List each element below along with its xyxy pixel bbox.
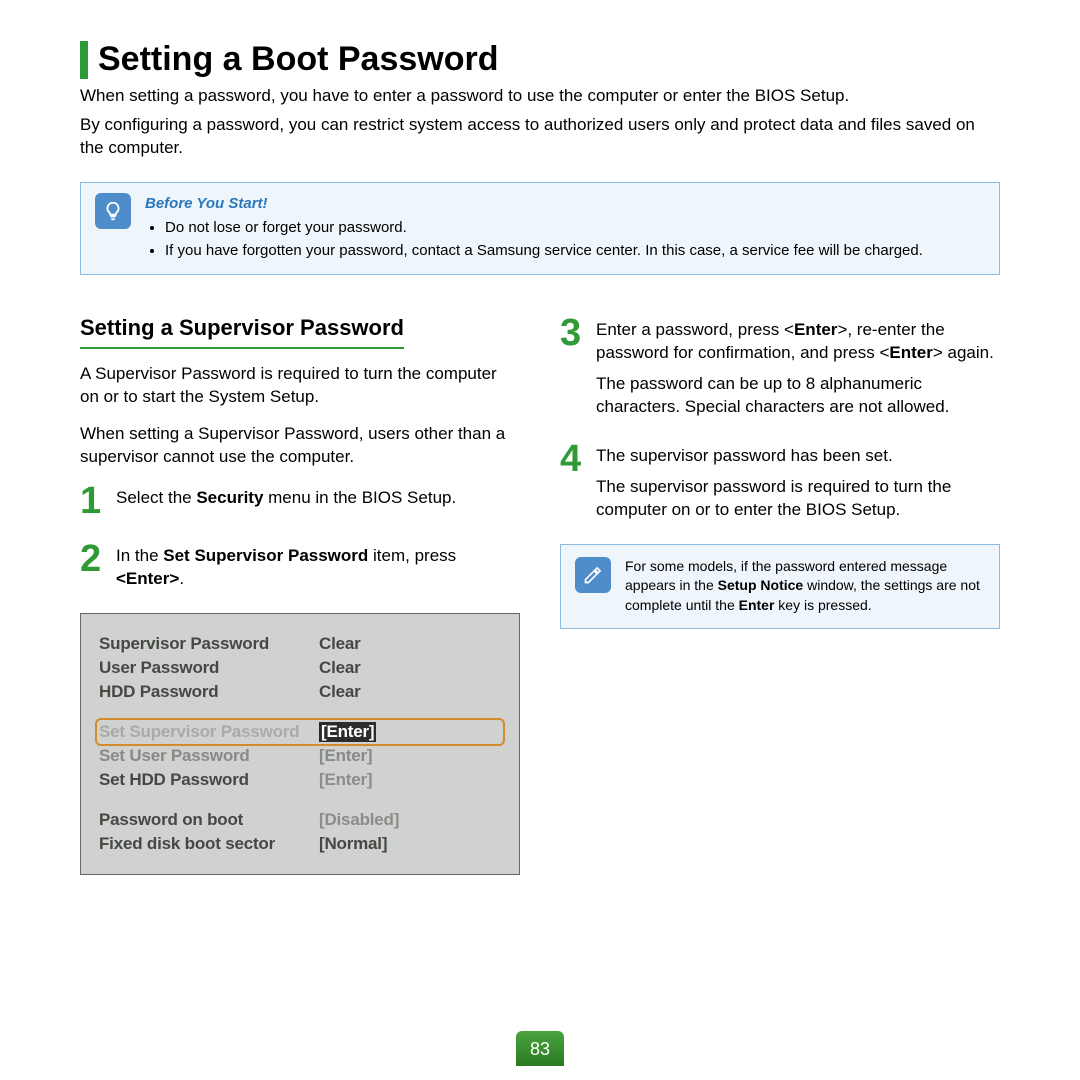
step-number: 2 <box>80 541 106 591</box>
lightbulb-icon <box>95 193 131 229</box>
step-body: In the Set Supervisor Password item, pre… <box>116 541 520 591</box>
bios-security-panel: Supervisor PasswordClear User PasswordCl… <box>80 613 520 875</box>
pencil-icon <box>575 557 611 593</box>
step-body: The supervisor password has been set. Th… <box>596 441 1000 522</box>
bios-row-supervisor: Supervisor PasswordClear <box>97 632 503 656</box>
note-body: For some models, if the password entered… <box>625 557 985 616</box>
bios-row-pwd-on-boot: Password on boot[Disabled] <box>97 808 503 832</box>
callout-title: Before You Start! <box>145 193 923 216</box>
step-4: 4 The supervisor password has been set. … <box>560 441 1000 522</box>
section-heading: Setting a Supervisor Password <box>80 315 404 349</box>
bios-row-set-hdd: Set HDD Password[Enter] <box>97 768 503 792</box>
page-title: Setting a Boot Password <box>98 40 499 79</box>
supervisor-desc-2: When setting a Supervisor Password, user… <box>80 423 520 469</box>
bios-row-hdd: HDD PasswordClear <box>97 680 503 704</box>
page-number: 83 <box>516 1031 564 1066</box>
title-accent-bar <box>80 41 88 79</box>
before-you-start-callout: Before You Start! Do not lose or forget … <box>80 182 1000 276</box>
note-callout: For some models, if the password entered… <box>560 544 1000 629</box>
bios-row-set-user: Set User Password[Enter] <box>97 744 503 768</box>
step-body: Enter a password, press <Enter>, re-ente… <box>596 315 1000 419</box>
step-body: Select the Security menu in the BIOS Set… <box>116 483 456 519</box>
callout-body: Before You Start! Do not lose or forget … <box>145 193 923 263</box>
step-number: 3 <box>560 315 586 419</box>
callout-item: If you have forgotten your password, con… <box>165 240 923 263</box>
step-2: 2 In the Set Supervisor Password item, p… <box>80 541 520 591</box>
bios-row-fixed-disk: Fixed disk boot sector[Normal] <box>97 832 503 856</box>
page-title-row: Setting a Boot Password <box>80 40 1000 79</box>
step-number: 1 <box>80 483 106 519</box>
step-3: 3 Enter a password, press <Enter>, re-en… <box>560 315 1000 419</box>
callout-item: Do not lose or forget your password. <box>165 217 923 240</box>
bios-row-set-supervisor-selected: Set Supervisor Password[Enter] <box>95 718 505 746</box>
content-columns: Setting a Supervisor Password A Supervis… <box>80 315 1000 875</box>
step-1: 1 Select the Security menu in the BIOS S… <box>80 483 520 519</box>
supervisor-desc-1: A Supervisor Password is required to tur… <box>80 363 520 409</box>
intro-paragraph-1: When setting a password, you have to ent… <box>80 85 1000 108</box>
intro-paragraph-2: By configuring a password, you can restr… <box>80 114 1000 160</box>
right-column: 3 Enter a password, press <Enter>, re-en… <box>560 315 1000 875</box>
step-number: 4 <box>560 441 586 522</box>
bios-row-user: User PasswordClear <box>97 656 503 680</box>
left-column: Setting a Supervisor Password A Supervis… <box>80 315 520 875</box>
